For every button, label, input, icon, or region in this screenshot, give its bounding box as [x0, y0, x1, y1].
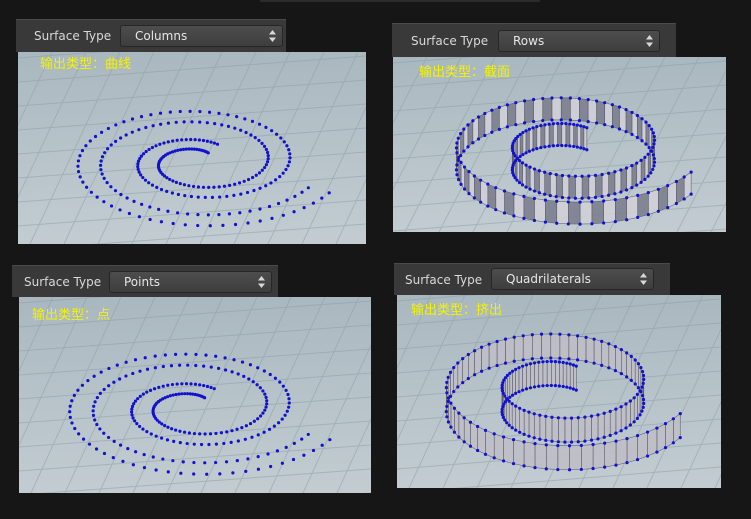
surface-type-value: Points	[124, 275, 161, 289]
parameter-bar: Surface Type Points	[12, 265, 278, 297]
surface-type-label: Surface Type	[24, 274, 102, 289]
surface-type-label: Surface Type	[34, 29, 112, 43]
surface-type-label: Surface Type	[411, 33, 489, 48]
viewport-sections[interactable]: 输出类型：截面	[393, 57, 726, 232]
viewport-curves[interactable]: 输出类型：曲线	[18, 52, 366, 244]
updown-arrows-icon	[640, 273, 647, 285]
viewport-caption: 输出类型：曲线	[40, 57, 132, 72]
surface-type-value: Rows	[513, 34, 545, 48]
updown-arrows-icon	[258, 276, 265, 288]
viewport-scene	[19, 297, 371, 493]
updown-arrows-icon	[269, 30, 276, 42]
surface-type-dropdown[interactable]: Quadrilaterals	[491, 268, 654, 290]
surface-type-dropdown[interactable]: Rows	[498, 30, 660, 52]
parameter-bar: Surface Type Columns	[16, 19, 286, 52]
viewport-points[interactable]: 输出类型：点	[19, 297, 371, 493]
surface-type-value: Quadrilaterals	[506, 272, 591, 286]
surface-type-value: Columns	[135, 29, 188, 43]
viewport-scene	[397, 295, 721, 488]
updown-arrows-icon	[646, 35, 653, 47]
extruded-surface	[456, 97, 692, 225]
viewport-scene	[18, 52, 366, 244]
viewport-caption: 输出类型：截面	[419, 65, 511, 80]
viewport-extrude[interactable]: 输出类型：挤出	[397, 295, 721, 488]
parameter-bar: Surface Type Quadrilaterals	[394, 263, 670, 295]
parameter-bar: Surface Type Rows	[392, 23, 676, 57]
top-edge-strip	[260, 0, 540, 2]
extruded-surface	[446, 333, 681, 471]
viewport-caption: 输出类型：点	[32, 308, 111, 323]
viewport-scene	[393, 57, 726, 232]
surface-type-label: Surface Type	[405, 272, 483, 287]
viewport-caption: 输出类型：挤出	[411, 303, 503, 318]
surface-type-dropdown[interactable]: Columns	[120, 25, 283, 47]
surface-type-dropdown[interactable]: Points	[109, 271, 272, 293]
